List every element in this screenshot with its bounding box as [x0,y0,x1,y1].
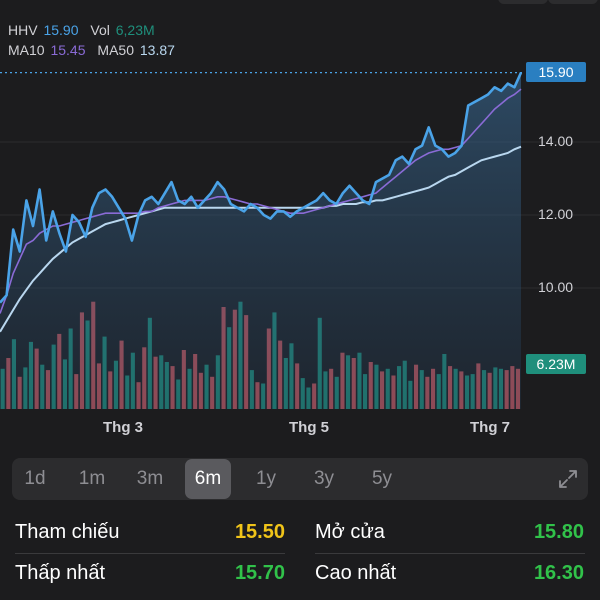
last-price: 15.90 [43,22,79,38]
price-chart[interactable] [0,60,600,420]
stock-chart-screen: HHV 15.90 Vol 6,23M MA10 15.45 MA50 13.8… [0,0,600,600]
ma10-value: 15.45 [50,42,86,58]
time-range-selector: 1d 1m 3m 6m 1y 3y 5y [12,458,588,500]
y-axis-label: 10.00 [538,279,574,295]
range-1m-button[interactable]: 1m [69,459,115,499]
x-axis-label: Thg 7 [470,419,510,436]
last-price-tag: 15.90 [526,62,586,82]
volume-value: 6,23M [115,22,155,38]
low-price-value: 15.70 [234,562,285,584]
ma10-label: MA10 [8,42,45,58]
y-axis-label: 12.00 [538,206,574,222]
range-5y-button[interactable]: 5y [359,459,405,499]
ma50-label: MA50 [97,42,134,58]
toolbar-button[interactable] [498,0,548,4]
range-3m-button[interactable]: 3m [127,459,173,499]
reference-price-label: Tham chiếu [15,521,120,543]
chart-legend-ma: MA10 15.45 MA50 13.87 [8,42,177,58]
fullscreen-expand-icon[interactable] [552,464,584,494]
x-axis-label: Thg 5 [289,419,329,436]
ma50-value: 13.87 [139,42,175,58]
chart-legend-price: HHV 15.90 Vol 6,23M [8,22,157,38]
range-3y-button[interactable]: 3y [301,459,347,499]
open-price-label: Mở cửa [315,521,385,543]
reference-price-value: 15.50 [234,521,285,543]
range-1d-button[interactable]: 1d [12,459,58,499]
open-price-value: 15.80 [533,521,584,543]
toolbar-button[interactable] [548,0,598,4]
range-1y-button[interactable]: 1y [243,459,289,499]
ticker-symbol: HHV [8,22,38,38]
y-axis-label: 14.00 [538,133,574,149]
high-price-value: 16.30 [533,562,584,584]
range-6m-button[interactable]: 6m [185,459,231,499]
low-price-label: Thấp nhất [15,562,106,584]
high-price-label: Cao nhất [315,562,397,584]
volume-tag: 6.23M [526,354,586,374]
stats-divider [315,553,585,554]
stats-divider [15,553,285,554]
volume-label: Vol [90,22,110,38]
x-axis-label: Thg 3 [103,419,143,436]
price-area-fill [0,72,521,409]
